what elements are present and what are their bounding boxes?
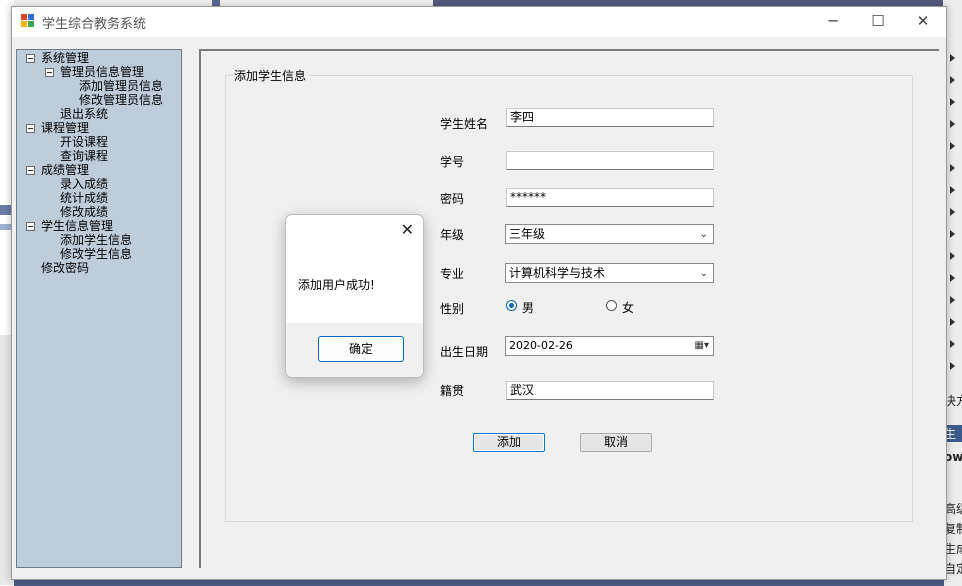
app-icon [21,14,35,28]
calendar-icon[interactable]: ▦▾ [695,339,709,353]
collapse-icon[interactable] [26,124,35,133]
major-value: 计算机科学与技术 [509,266,606,280]
birth-date-picker[interactable]: 2020-02-26 ▦▾ [505,336,714,356]
birth-date-value: 2020-02-26 [509,339,573,352]
groupbox-title: 添加学生信息 [232,67,309,84]
collapse-icon[interactable] [26,166,35,175]
minimize-button[interactable]: ─ [822,11,844,31]
origin-label: 籍贯 [440,384,465,398]
birth-date-label: 出生日期 [440,345,489,359]
grade-label: 年级 [440,228,465,242]
ok-button[interactable]: 确定 [318,336,404,362]
tree-node-exit[interactable]: 退出系统 [60,107,108,121]
password-label: 密码 [440,192,465,206]
chevron-down-icon[interactable]: ⌄ [700,267,708,281]
collapse-icon[interactable] [26,54,35,63]
tree-node-stats-grades[interactable]: 统计成绩 [60,191,108,205]
major-select[interactable]: 计算机科学与技术 ⌄ [505,263,714,283]
gender-female-radio[interactable] [606,300,617,311]
student-id-label: 学号 [440,155,465,169]
tree-node-enter-grades[interactable]: 录入成绩 [60,177,108,191]
collapse-icon[interactable] [45,68,54,77]
student-id-field[interactable] [506,151,714,170]
tree-node-open-course[interactable]: 开设课程 [60,135,108,149]
gender-label: 性别 [440,302,465,316]
tree-node-system[interactable]: 系统管理 [41,51,89,65]
dialog-message: 添加用户成功! [298,278,375,292]
navigation-tree[interactable]: 系统管理 管理员信息管理 添加管理员信息 修改管理员信息 退出系统 课程管理 开… [16,49,182,568]
add-button[interactable]: 添加 [473,433,545,452]
tree-node-admin-info[interactable]: 管理员信息管理 [60,65,144,79]
gender-male-radio[interactable] [506,300,517,311]
grade-select[interactable]: 三年级 ⌄ [505,224,714,244]
tree-node-query-course[interactable]: 查询课程 [60,149,108,163]
chevron-down-icon[interactable]: ⌄ [700,228,708,242]
tree-node-edit-grades[interactable]: 修改成绩 [60,205,108,219]
gender-male-label[interactable]: 男 [522,299,534,316]
cancel-button[interactable]: 取消 [580,433,652,452]
name-field[interactable]: 李四 [506,108,714,127]
tree-node-student-info[interactable]: 学生信息管理 [41,219,113,233]
tree-node-course[interactable]: 课程管理 [41,121,89,135]
name-label: 学生姓名 [440,117,489,131]
password-field[interactable]: ****** [506,188,714,207]
dialog-footer: 确定 [286,323,423,377]
tree-node-add-student[interactable]: 添加学生信息 [60,233,132,247]
success-message-dialog: ✕ 添加用户成功! 确定 [285,214,424,378]
title-bar[interactable]: 学生综合教务系统 ─ ☐ ✕ [12,7,946,37]
tree-node-grades[interactable]: 成绩管理 [41,163,89,177]
collapse-icon[interactable] [26,222,35,231]
tree-node-edit-student[interactable]: 修改学生信息 [60,247,132,261]
tree-node-change-password[interactable]: 修改密码 [41,261,89,275]
major-label: 专业 [440,267,465,281]
dialog-close-icon[interactable]: ✕ [401,220,414,239]
close-button[interactable]: ✕ [912,11,934,31]
window-title: 学生综合教务系统 [42,17,147,32]
origin-field[interactable]: 武汉 [506,381,714,400]
main-window: 学生综合教务系统 ─ ☐ ✕ 系统管理 管理员信息管理 添加管理员信息 修改管理… [11,6,947,580]
maximize-button[interactable]: ☐ [867,11,889,31]
tree-node-edit-admin[interactable]: 修改管理员信息 [79,93,163,107]
tree-node-add-admin[interactable]: 添加管理员信息 [79,79,163,93]
gender-female-label[interactable]: 女 [622,299,634,316]
grade-value: 三年级 [509,227,546,241]
